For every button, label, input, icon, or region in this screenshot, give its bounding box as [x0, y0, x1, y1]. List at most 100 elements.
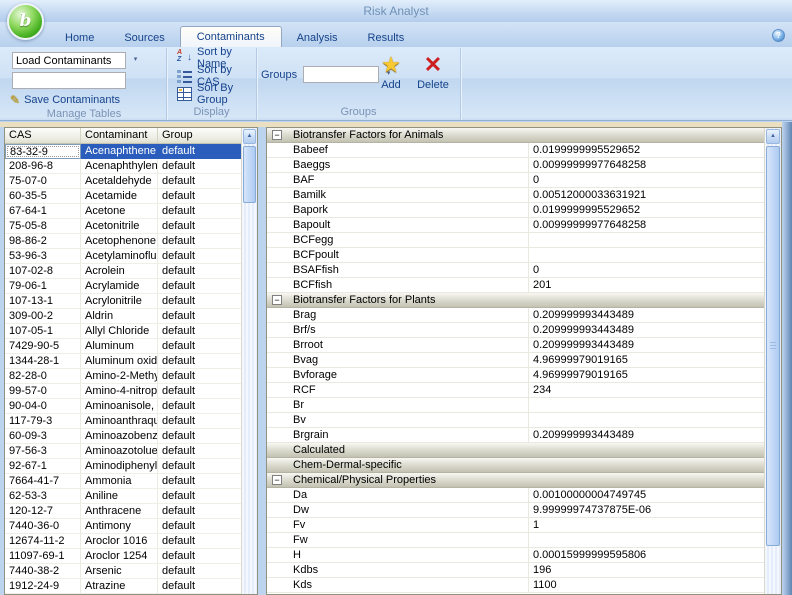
property-value[interactable]: 0.00999999977648258: [528, 218, 764, 232]
property-value[interactable]: 0.209999993443489: [528, 428, 764, 442]
table-cell[interactable]: 79-06-1: [5, 279, 81, 294]
table-cell[interactable]: 97-56-3: [5, 444, 81, 459]
table-row[interactable]: 67-64-1Acetonedefault: [5, 204, 241, 219]
property-row[interactable]: Babeef0.0199999995529652: [267, 143, 764, 158]
table-cell[interactable]: 83-32-9: [5, 144, 81, 159]
table-cell[interactable]: 107-02-8: [5, 264, 81, 279]
table-cell[interactable]: 90-04-0: [5, 399, 81, 414]
table-cell[interactable]: Acrolein: [81, 264, 158, 279]
table-row[interactable]: 90-04-0Aminoanisole, o-default: [5, 399, 241, 414]
table-cell[interactable]: default: [158, 474, 241, 489]
property-row[interactable]: Bvforage4.96999979019165: [267, 368, 764, 383]
table-cell[interactable]: default: [158, 189, 241, 204]
table-cell[interactable]: 117-79-3: [5, 414, 81, 429]
property-row[interactable]: Brag0.209999993443489: [267, 308, 764, 323]
property-row[interactable]: Fw: [267, 533, 764, 548]
table-cell[interactable]: Ammonia: [81, 474, 158, 489]
property-value[interactable]: 0.209999993443489: [528, 323, 764, 337]
table-cell[interactable]: default: [158, 564, 241, 579]
property-row[interactable]: Bamilk0.00512000033631921: [267, 188, 764, 203]
table-cell[interactable]: 1344-28-1: [5, 354, 81, 369]
property-value[interactable]: [528, 248, 764, 262]
property-value[interactable]: [528, 233, 764, 247]
table-cell[interactable]: default: [158, 519, 241, 534]
table-cell[interactable]: 82-28-0: [5, 369, 81, 384]
table-row[interactable]: 7664-41-7Ammoniadefault: [5, 474, 241, 489]
table-row[interactable]: 1912-24-9Atrazinedefault: [5, 579, 241, 594]
table-cell[interactable]: Aminoazotoluene: [81, 444, 158, 459]
property-row[interactable]: Brf/s0.209999993443489: [267, 323, 764, 338]
property-row[interactable]: Brroot0.209999993443489: [267, 338, 764, 353]
table-row[interactable]: 75-05-8Acetonitriledefault: [5, 219, 241, 234]
table-row[interactable]: 120-12-7Anthracenedefault: [5, 504, 241, 519]
property-section-header[interactable]: −Biotransfer Factors for Animals: [267, 128, 764, 143]
table-row[interactable]: 92-67-1Aminodiphenyl, 4default: [5, 459, 241, 474]
table-cell[interactable]: default: [158, 489, 241, 504]
table-cell[interactable]: Antimony: [81, 519, 158, 534]
property-row[interactable]: Fv1: [267, 518, 764, 533]
table-cell[interactable]: Aminodiphenyl, 4: [81, 459, 158, 474]
table-cell[interactable]: 60-35-5: [5, 189, 81, 204]
table-cell[interactable]: Aniline: [81, 489, 158, 504]
table-cell[interactable]: Acrylonitrile: [81, 294, 158, 309]
table-row[interactable]: 107-02-8Acroleindefault: [5, 264, 241, 279]
property-value[interactable]: 0.00015999999595806: [528, 548, 764, 562]
table-cell[interactable]: default: [158, 534, 241, 549]
table-cell[interactable]: Aroclor 1254: [81, 549, 158, 564]
table-cell[interactable]: default: [158, 174, 241, 189]
property-value[interactable]: 0.209999993443489: [528, 308, 764, 322]
table-cell[interactable]: 75-07-0: [5, 174, 81, 189]
table-cell[interactable]: default: [158, 324, 241, 339]
property-value[interactable]: 4.96999979019165: [528, 353, 764, 367]
property-row[interactable]: BCFfish201: [267, 278, 764, 293]
property-value[interactable]: 0.0199999995529652: [528, 143, 764, 157]
table-cell[interactable]: Acetone: [81, 204, 158, 219]
property-row[interactable]: Brgrain0.209999993443489: [267, 428, 764, 443]
table-cell[interactable]: default: [158, 579, 241, 594]
contaminant-name-input[interactable]: [12, 72, 126, 89]
tab-sources[interactable]: Sources: [109, 28, 179, 47]
table-cell[interactable]: default: [158, 249, 241, 264]
save-contaminants-button[interactable]: ✎ Save Contaminants: [10, 93, 166, 107]
table-cell[interactable]: 67-64-1: [5, 204, 81, 219]
collapse-minus-icon[interactable]: −: [272, 475, 282, 485]
table-row[interactable]: 97-56-3Aminoazotoluenedefault: [5, 444, 241, 459]
column-header-contaminant[interactable]: Contaminant: [81, 128, 158, 143]
table-cell[interactable]: Acetylaminofluore: [81, 249, 158, 264]
table-row[interactable]: 75-07-0Acetaldehydedefault: [5, 174, 241, 189]
table-cell[interactable]: 7664-41-7: [5, 474, 81, 489]
table-cell[interactable]: Acenaphthylene: [81, 159, 158, 174]
table-cell[interactable]: default: [158, 504, 241, 519]
property-value[interactable]: 234: [528, 383, 764, 397]
add-group-button[interactable]: ★ Add: [374, 52, 408, 91]
table-cell[interactable]: Aminoanthraquin: [81, 414, 158, 429]
property-value[interactable]: 1100: [528, 578, 764, 592]
sort-by-group-button[interactable]: Sort By Group: [173, 86, 256, 102]
table-cell[interactable]: default: [158, 264, 241, 279]
property-section-header[interactable]: Calculated: [267, 443, 764, 458]
table-cell[interactable]: default: [158, 414, 241, 429]
tab-analysis[interactable]: Analysis: [282, 28, 353, 47]
table-row[interactable]: 1344-28-1Aluminum oxidedefault: [5, 354, 241, 369]
property-row[interactable]: Da0.00100000004749745: [267, 488, 764, 503]
table-cell[interactable]: 75-05-8: [5, 219, 81, 234]
properties-scrollbar[interactable]: ▲: [764, 128, 781, 594]
property-row[interactable]: Bv: [267, 413, 764, 428]
table-row[interactable]: 117-79-3Aminoanthraquindefault: [5, 414, 241, 429]
collapse-minus-icon[interactable]: −: [272, 295, 282, 305]
scrollbar-thumb[interactable]: [766, 146, 780, 546]
table-cell[interactable]: Amino-2-Methylan: [81, 369, 158, 384]
table-cell[interactable]: 62-53-3: [5, 489, 81, 504]
property-value[interactable]: [528, 533, 764, 547]
table-cell[interactable]: 7429-90-5: [5, 339, 81, 354]
load-contaminants-combo[interactable]: [12, 52, 126, 69]
table-cell[interactable]: Aluminum: [81, 339, 158, 354]
table-cell[interactable]: default: [158, 399, 241, 414]
table-cell[interactable]: default: [158, 354, 241, 369]
table-cell[interactable]: default: [158, 159, 241, 174]
table-cell[interactable]: 12674-11-2: [5, 534, 81, 549]
property-value[interactable]: 0.00100000004749745: [528, 488, 764, 502]
table-cell[interactable]: Acrylamide: [81, 279, 158, 294]
table-cell[interactable]: default: [158, 339, 241, 354]
property-row[interactable]: Baeggs0.00999999977648258: [267, 158, 764, 173]
